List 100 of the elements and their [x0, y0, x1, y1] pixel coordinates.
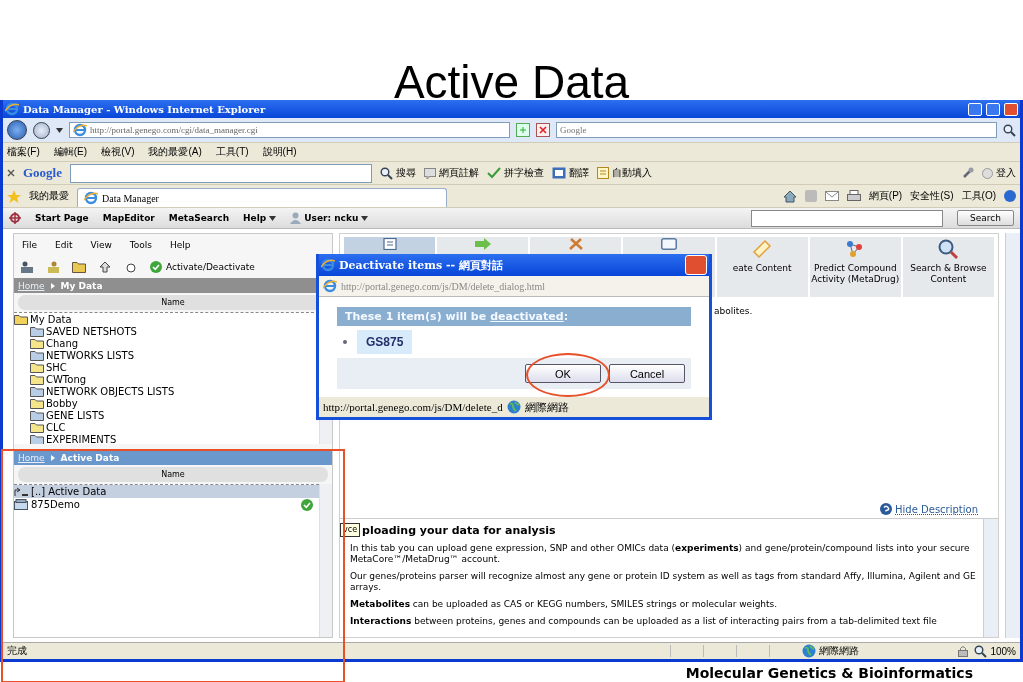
folder-icon [30, 409, 44, 421]
wrench-icon[interactable] [962, 167, 974, 179]
scrollbar[interactable] [983, 519, 998, 637]
feature-tab[interactable]: eate Content [716, 237, 808, 297]
menu-item[interactable]: 檔案(F) [7, 145, 40, 159]
search-button[interactable]: Search [957, 210, 1014, 226]
toolbar-item[interactable]: 搜尋 [396, 166, 416, 180]
refresh-icon[interactable] [516, 123, 530, 137]
printer-icon[interactable] [846, 190, 861, 202]
globe-icon [506, 400, 521, 414]
minimize-button[interactable] [968, 102, 982, 116]
page-scrollbar[interactable] [1005, 233, 1020, 638]
sign-in-link[interactable]: 登入 [996, 166, 1016, 180]
users-icon[interactable] [20, 261, 34, 273]
nav-link[interactable]: MapEditor [102, 213, 155, 223]
dataset-icon [14, 499, 28, 510]
tree-item[interactable]: Chang [14, 337, 319, 349]
browser-logo-icon [5, 102, 19, 116]
up-folder-icon [14, 486, 28, 497]
nav-link[interactable]: Start Page [35, 213, 89, 223]
home-icon[interactable] [782, 189, 797, 203]
forward-button[interactable] [33, 121, 50, 139]
item-label: [..] Active Data [31, 486, 108, 497]
toolbar-item[interactable]: 自動填入 [612, 166, 652, 180]
command-button[interactable]: 網頁(P) [868, 189, 903, 203]
tree-item[interactable]: GENE LISTS [14, 409, 319, 421]
zoom-icon[interactable] [974, 644, 988, 658]
zoom-button[interactable]: 100% [974, 644, 1016, 658]
search-field[interactable]: Google [556, 122, 997, 138]
check-icon[interactable] [487, 167, 501, 179]
search-field[interactable] [751, 209, 944, 227]
menu-item[interactable]: Help [170, 240, 191, 250]
browser-logo-icon [323, 279, 337, 293]
menu-item[interactable]: View [90, 240, 112, 250]
folder-up-icon[interactable] [72, 261, 86, 273]
note-icon[interactable] [424, 167, 436, 179]
tree-item[interactable]: My Data [14, 313, 319, 325]
tree-item[interactable]: SAVED NETSHOTS [14, 325, 319, 337]
command-button[interactable]: 工具(O) [961, 189, 996, 203]
feature-tab[interactable]: Predict Compound Activity (MetaDrug) [809, 237, 901, 297]
google-logo: Google [23, 165, 62, 181]
menu-item[interactable]: File [22, 240, 38, 250]
tree-item[interactable]: SHC [14, 361, 319, 373]
tree-item[interactable]: EXPERIMENTS [14, 433, 319, 444]
tree-item[interactable]: NETWORKS LISTS [14, 349, 319, 361]
mail-icon[interactable] [824, 191, 839, 201]
tree-item[interactable]: NETWORK OBJECTS LISTS [14, 385, 319, 397]
toggle-icon [150, 261, 162, 273]
item-label: 875Demo [31, 499, 81, 510]
close-icon[interactable] [7, 169, 15, 177]
document-icon [382, 238, 397, 250]
folder-icon [30, 337, 44, 349]
menu-item[interactable]: 工具(T) [215, 145, 249, 159]
list-item[interactable]: 875Demo [14, 498, 319, 511]
toolbar-item[interactable]: 翻譯 [569, 166, 589, 180]
toolbar-item[interactable]: 網頁註解 [439, 166, 479, 180]
menu-item[interactable]: 說明(H) [262, 145, 297, 159]
share-icon[interactable] [46, 261, 60, 273]
zone-label: 網際網路 [819, 644, 860, 658]
menu-item[interactable]: 我的最愛(A) [148, 145, 202, 159]
user-menu[interactable]: User: ncku [290, 212, 369, 224]
command-button[interactable]: 安全性(S) [910, 189, 954, 203]
search-icon[interactable] [380, 166, 393, 180]
back-button[interactable] [7, 120, 27, 140]
tree-item[interactable]: Bobby [14, 397, 319, 409]
tree-item[interactable]: CWTong [14, 373, 319, 385]
tree-item[interactable]: CLC [14, 421, 319, 433]
search-icon[interactable] [1003, 123, 1016, 137]
close-button[interactable] [1004, 102, 1018, 116]
translate-icon[interactable] [552, 167, 566, 179]
import-icon[interactable] [98, 261, 112, 273]
maximize-button[interactable] [986, 102, 1000, 116]
menu-item[interactable]: Tools [129, 240, 153, 250]
list-item[interactable]: [..] Active Data [14, 485, 319, 498]
dialog-button[interactable]: Cancel [609, 364, 685, 383]
paragraph: Our genes/proteins parser will recognize almost any gene or protein ID system as well as tags from standard Affy, Illumina, Agilent and GE arrays. [350, 571, 977, 593]
browser-tab[interactable]: Data Manager [77, 188, 447, 207]
favorites-button[interactable]: 我的最愛 [29, 189, 69, 203]
column-header[interactable]: Name [18, 467, 328, 482]
menu-item[interactable]: 編輯(E) [53, 145, 88, 159]
address-field[interactable]: http://portal.genego.com/cgi/data_manager.cgi [69, 122, 510, 138]
nav-link[interactable]: MetaSearch [168, 213, 230, 223]
activate-button[interactable]: Activate/Deactivate [150, 261, 255, 273]
menu-item[interactable]: Edit [55, 240, 73, 250]
stop-icon[interactable] [536, 123, 550, 137]
hide-description-link[interactable]: Hide Description [895, 503, 978, 515]
form-icon[interactable] [597, 167, 609, 179]
window-title: Data Manager - Windows Internet Explorer [23, 103, 267, 115]
paragraph: Metabolites can be uploaded as CAS or KEGG numbers, SMILES strings or molecular weights. [350, 599, 779, 610]
scrollbar[interactable] [319, 484, 332, 637]
nav-link[interactable]: Help [243, 213, 277, 223]
zone-label: 網際網路 [524, 399, 569, 415]
google-search-field[interactable] [70, 163, 372, 183]
feature-tab[interactable]: Search & Browse Content [902, 237, 994, 297]
folder-icon [30, 373, 44, 385]
toolbar-item[interactable]: 拼字檢查 [504, 166, 544, 180]
close-button[interactable] [685, 255, 707, 275]
dialog-button[interactable]: OK [525, 364, 601, 383]
breadcrumb-current: Active Data [60, 452, 120, 463]
menu-item[interactable]: 檢視(V) [101, 145, 135, 159]
